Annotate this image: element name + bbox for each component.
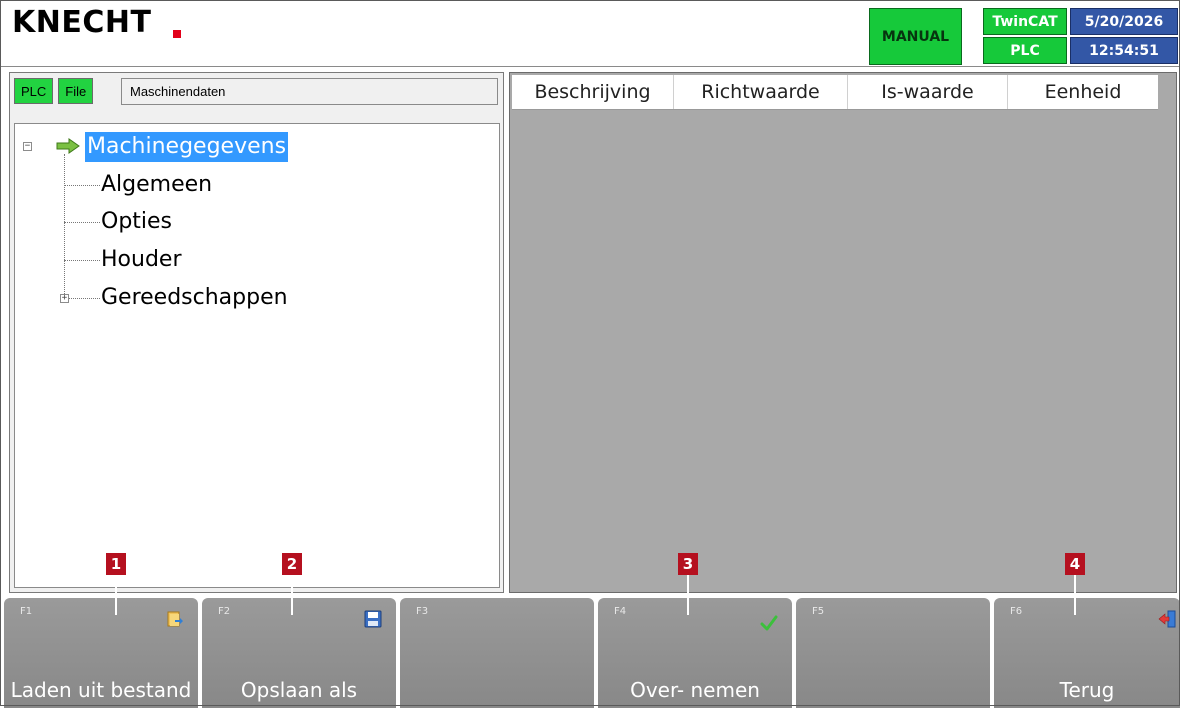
screen-frame	[0, 0, 1180, 706]
